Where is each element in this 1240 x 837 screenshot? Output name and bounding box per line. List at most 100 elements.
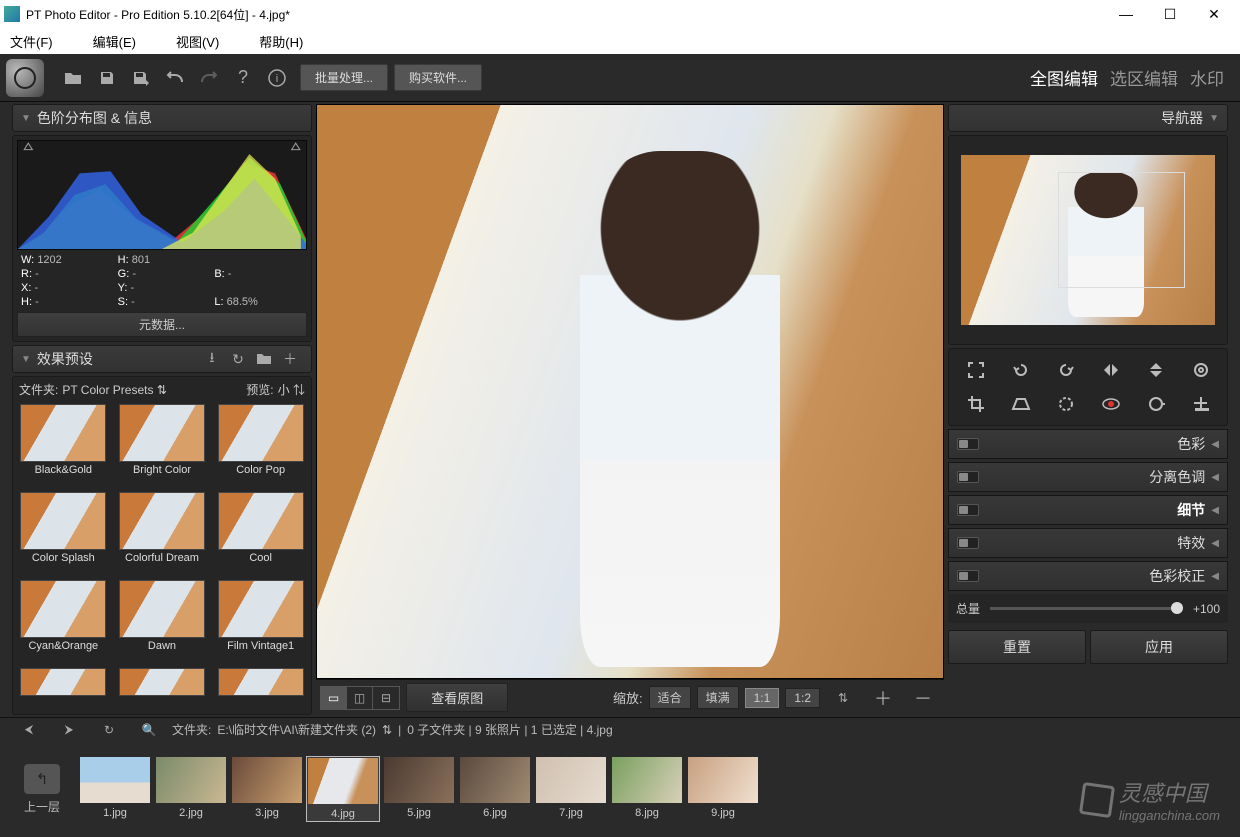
amount-slider[interactable] [990, 607, 1183, 610]
preset-item[interactable]: Colorful Dream [114, 492, 211, 578]
filmstrip-thumb[interactable]: 7.jpg [534, 756, 608, 822]
mode-watermark[interactable]: 水印 [1190, 65, 1224, 90]
zoom-fill[interactable]: 填满 [697, 686, 739, 709]
preset-item[interactable]: Bright Color [114, 404, 211, 490]
main-toolbar: ? i 批量处理... 购买软件... 全图编辑 选区编辑 水印 [0, 54, 1240, 102]
zoom-1-1[interactable]: 1:1 [745, 688, 780, 708]
toggle-switch[interactable] [957, 570, 979, 582]
acc-color-correct[interactable]: 色彩校正◀ [948, 561, 1228, 591]
menu-help[interactable]: 帮助(H) [259, 32, 303, 51]
refresh-icon[interactable]: ↻ [98, 719, 120, 741]
spot-icon[interactable] [1135, 389, 1176, 419]
preset-item[interactable]: Cool [212, 492, 309, 578]
toggle-switch[interactable] [957, 504, 979, 516]
view-original-button[interactable]: 查看原图 [406, 683, 508, 712]
preview-dropdown[interactable]: 小 ⇅ [278, 381, 305, 398]
preset-item[interactable]: Cyan&Orange [15, 580, 112, 666]
folder-icon[interactable] [253, 348, 275, 370]
layout-single-icon[interactable]: ▭ [321, 687, 347, 709]
preset-item[interactable]: Color Pop [212, 404, 309, 490]
acc-detail[interactable]: 细节◀ [948, 495, 1228, 525]
presets-header[interactable]: ▼ 效果预设 ⭳ ↻ ＋ [12, 345, 312, 373]
open-folder-icon[interactable] [62, 67, 84, 89]
perspective-icon[interactable] [1000, 389, 1041, 419]
preset-item[interactable] [212, 668, 309, 712]
import-icon[interactable]: ⭳ [201, 348, 223, 370]
filmstrip-thumb[interactable]: 2.jpg [154, 756, 228, 822]
lens-icon[interactable] [1045, 389, 1086, 419]
filmstrip-thumb[interactable]: 9.jpg [686, 756, 760, 822]
redo-icon[interactable] [198, 67, 220, 89]
acc-color[interactable]: 色彩◀ [948, 429, 1228, 459]
reset-button[interactable]: 重置 [948, 630, 1086, 664]
histogram-header[interactable]: ▼ 色阶分布图 & 信息 [12, 104, 312, 132]
filmstrip-thumb[interactable]: 1.jpg [78, 756, 152, 822]
acc-effects[interactable]: 特效◀ [948, 528, 1228, 558]
filmstrip-thumb[interactable]: 3.jpg [230, 756, 304, 822]
rotate-left-icon[interactable] [1000, 355, 1041, 385]
histogram-info: W: 1202 H: 801 R: - G: - B: - X: - Y: - … [17, 254, 307, 308]
acc-split-tone[interactable]: 分离色调◀ [948, 462, 1228, 492]
preset-item[interactable]: Black&Gold [15, 404, 112, 490]
close-button[interactable]: ✕ [1192, 6, 1236, 23]
folder-dropdown[interactable]: PT Color Presets ⇅ [62, 383, 167, 397]
preset-item[interactable]: Color Splash [15, 492, 112, 578]
mode-region-edit[interactable]: 选区编辑 [1110, 65, 1178, 90]
up-folder-button[interactable]: ↰ 上一层 [12, 764, 72, 815]
preset-item[interactable]: Dawn [114, 580, 211, 666]
menu-edit[interactable]: 编辑(E) [93, 32, 136, 51]
crop-icon[interactable] [955, 389, 996, 419]
flip-v-icon[interactable] [1135, 355, 1176, 385]
presets-panel: 文件夹: PT Color Presets ⇅ 预览: 小 ⇅ Black&Go… [12, 376, 312, 715]
undo-icon[interactable] [164, 67, 186, 89]
flip-h-icon[interactable] [1090, 355, 1131, 385]
folder-path[interactable]: E:\临时文件\AI\新建文件夹 (2) [217, 721, 376, 738]
buy-button[interactable]: 购买软件... [394, 64, 482, 91]
toggle-switch[interactable] [957, 438, 979, 450]
next-icon[interactable]: ⮞ [58, 719, 80, 741]
redeye-icon[interactable] [1090, 389, 1131, 419]
apply-button[interactable]: 应用 [1090, 630, 1228, 664]
navigator-viewport[interactable] [1058, 172, 1185, 288]
mode-full-edit[interactable]: 全图编辑 [1030, 65, 1098, 90]
refresh-icon[interactable]: ↻ [227, 348, 249, 370]
metadata-button[interactable]: 元数据... [17, 312, 307, 337]
layout-split-v-icon[interactable]: ◫ [347, 687, 373, 709]
menu-file[interactable]: 文件(F) [10, 32, 53, 51]
preset-item[interactable]: Film Vintage1 [212, 580, 309, 666]
filmstrip-thumb[interactable]: 4.jpg [306, 756, 380, 822]
maximize-button[interactable]: ☐ [1148, 6, 1192, 23]
prev-icon[interactable]: ⮜ [18, 719, 40, 741]
radial-icon[interactable] [1180, 355, 1221, 385]
filmstrip-thumb[interactable]: 6.jpg [458, 756, 532, 822]
zoom-out-icon[interactable]: － [912, 687, 934, 709]
zoom-dropdown-icon[interactable]: ⇅ [832, 687, 854, 709]
info-icon[interactable]: i [266, 67, 288, 89]
filmstrip-thumb[interactable]: 8.jpg [610, 756, 684, 822]
save-as-icon[interactable] [130, 67, 152, 89]
save-icon[interactable] [96, 67, 118, 89]
fullscreen-icon[interactable] [955, 355, 996, 385]
image-canvas[interactable] [316, 104, 944, 679]
preset-item[interactable] [15, 668, 112, 712]
search-icon[interactable]: 🔍 [138, 719, 160, 741]
rotate-right-icon[interactable] [1045, 355, 1086, 385]
add-icon[interactable]: ＋ [279, 348, 301, 370]
menu-view[interactable]: 视图(V) [176, 32, 219, 51]
layout-split-h-icon[interactable]: ⊟ [373, 687, 399, 709]
navigator-header[interactable]: 导航器 ▼ [948, 104, 1228, 132]
zoom-fit[interactable]: 适合 [649, 686, 691, 709]
toggle-switch[interactable] [957, 537, 979, 549]
zoom-1-2[interactable]: 1:2 [785, 688, 820, 708]
clone-icon[interactable] [1180, 389, 1221, 419]
zoom-in-icon[interactable]: ＋ [872, 687, 894, 709]
filmstrip-thumb[interactable]: 5.jpg [382, 756, 456, 822]
navigator-title: 导航器 [1161, 108, 1203, 128]
preset-item[interactable] [114, 668, 211, 712]
minimize-button[interactable]: — [1104, 6, 1148, 22]
navigator-panel[interactable] [948, 135, 1228, 345]
batch-button[interactable]: 批量处理... [300, 64, 388, 91]
toggle-switch[interactable] [957, 471, 979, 483]
help-icon[interactable]: ? [232, 67, 254, 89]
sort-icon[interactable]: ⇅ [382, 723, 392, 737]
